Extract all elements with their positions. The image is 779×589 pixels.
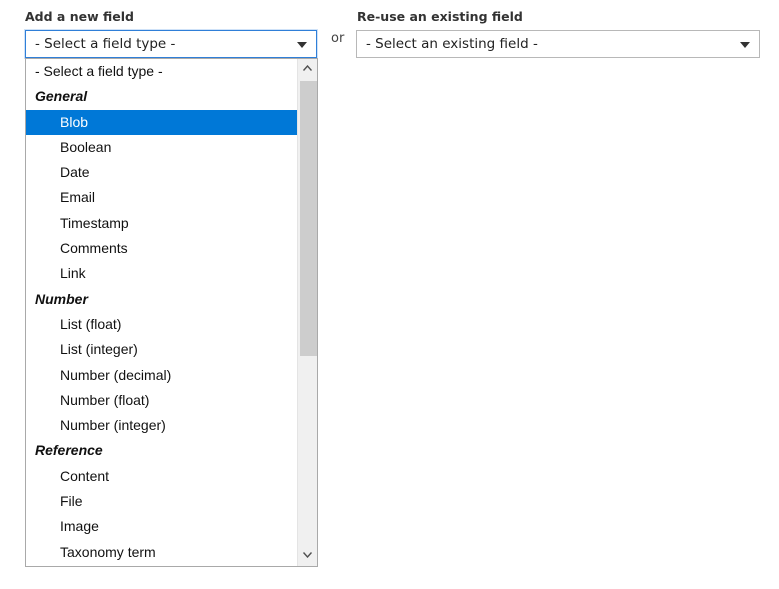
dropdown-option-selected[interactable]: Blob [26, 109, 297, 135]
dropdown-option[interactable]: Link [26, 261, 297, 286]
dropdown-option[interactable]: Comments [26, 236, 297, 261]
dropdown-option[interactable]: Email [26, 185, 297, 210]
dropdown-option[interactable]: Timestamp [26, 211, 297, 236]
dropdown-option[interactable]: Number (integer) [26, 413, 297, 438]
dropdown-option[interactable]: Image [26, 514, 297, 539]
dropdown-option[interactable]: Date [26, 160, 297, 185]
add-field-label: Add a new field [25, 9, 134, 24]
dropdown-option[interactable]: Content [26, 464, 297, 489]
scroll-thumb[interactable] [300, 81, 317, 356]
dropdown-option[interactable]: List (integer) [26, 337, 297, 362]
dropdown-option-placeholder[interactable]: - Select a field type - [26, 59, 297, 84]
option-group-number: Number [35, 290, 88, 307]
dropdown-option[interactable]: Boolean [26, 135, 297, 160]
existing-field-label: Re-use an existing field [357, 9, 523, 24]
field-type-select-value: - Select a field type - [35, 36, 176, 52]
scroll-up-button[interactable] [298, 59, 317, 79]
dropdown-option[interactable]: Number (decimal) [26, 363, 297, 388]
option-group-reference: Reference [35, 442, 103, 459]
dropdown-option[interactable]: File [26, 489, 297, 514]
dropdown-options: - Select a field type - General Blob Boo… [26, 59, 297, 566]
scroll-down-button[interactable] [298, 546, 317, 566]
dropdown-scrollbar[interactable] [297, 59, 317, 566]
dropdown-option[interactable]: Taxonomy term [26, 540, 297, 565]
chevron-down-icon [297, 42, 307, 48]
chevron-down-icon [740, 42, 750, 48]
or-separator: or [331, 31, 345, 46]
field-type-dropdown-list: - Select a field type - General Blob Boo… [25, 58, 318, 567]
chevron-down-icon [303, 552, 312, 558]
option-group-general: General [35, 88, 88, 105]
dropdown-option[interactable]: Number (float) [26, 388, 297, 413]
dropdown-option[interactable]: List (float) [26, 312, 297, 337]
existing-field-select[interactable]: - Select an existing field - [356, 30, 760, 58]
existing-field-select-value: - Select an existing field - [366, 36, 538, 52]
chevron-up-icon [303, 65, 312, 71]
field-type-select[interactable]: - Select a field type - [25, 30, 317, 58]
